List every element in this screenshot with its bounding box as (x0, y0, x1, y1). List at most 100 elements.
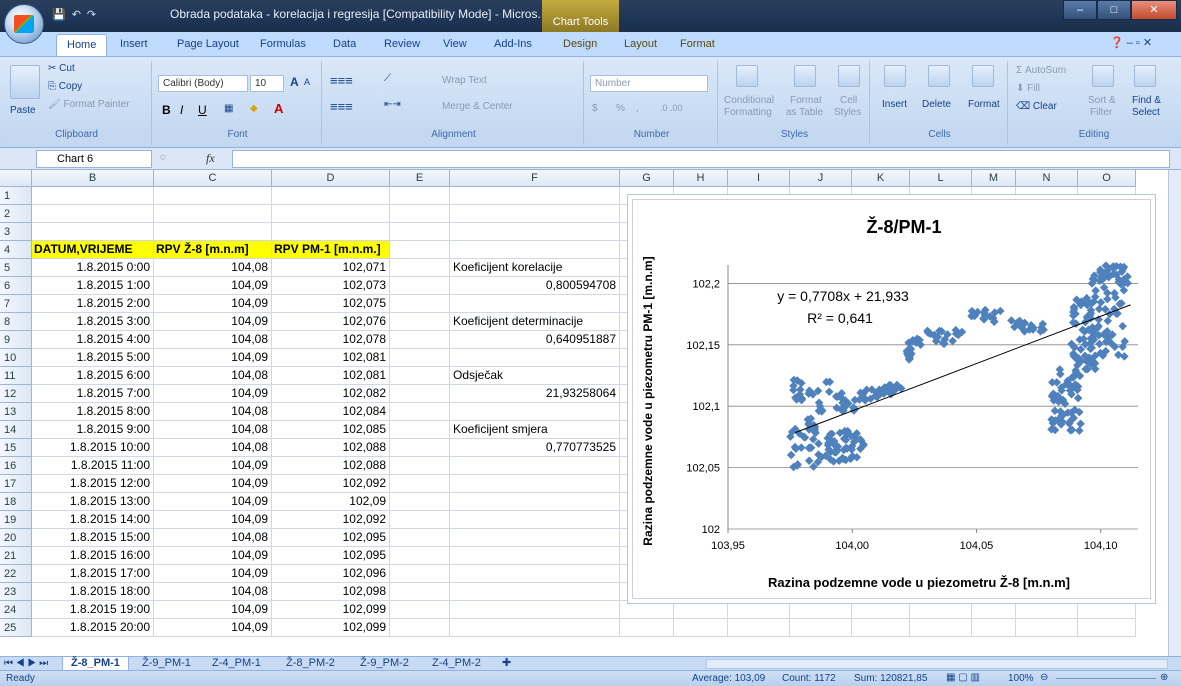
grid-cell[interactable] (390, 385, 450, 403)
name-box[interactable]: Chart 6 (36, 150, 152, 168)
grid-cell[interactable] (32, 187, 154, 205)
table-cell-datetime[interactable]: 1.8.2015 4:00 (32, 331, 154, 349)
table-cell-datetime[interactable]: 1.8.2015 12:00 (32, 475, 154, 493)
grid-cell[interactable] (390, 295, 450, 313)
grid-cell[interactable] (390, 205, 450, 223)
conditional-formatting-label[interactable]: Conditional (724, 95, 774, 106)
grid-cell[interactable] (450, 403, 620, 421)
table-cell-datetime[interactable]: 1.8.2015 1:00 (32, 277, 154, 295)
comma-button[interactable]: , (636, 103, 639, 114)
find-select-label[interactable]: Find & (1132, 95, 1161, 106)
tab-add-ins[interactable]: Add-Ins (494, 38, 532, 50)
table-cell-rpv-pm1[interactable]: 102,084 (272, 403, 390, 421)
table-cell-rpv-pm1[interactable]: 102,088 (272, 457, 390, 475)
row-header[interactable]: 14 (0, 421, 32, 439)
grid-cell[interactable] (154, 187, 272, 205)
grid-cell[interactable] (790, 619, 852, 637)
italic-button[interactable]: I (180, 103, 183, 117)
grid-cell[interactable] (390, 565, 450, 583)
row-header[interactable]: 22 (0, 565, 32, 583)
table-cell-rpv-z8[interactable]: 104,09 (154, 493, 272, 511)
column-header[interactable]: L (910, 170, 972, 187)
grid-cell[interactable] (390, 493, 450, 511)
grid-cell[interactable] (450, 223, 620, 241)
table-cell-rpv-z8[interactable]: 104,08 (154, 529, 272, 547)
tab-layout[interactable]: Layout (624, 38, 657, 50)
format-as-table-label-2[interactable]: as Table (786, 107, 823, 118)
table-cell-rpv-z8[interactable]: 104,08 (154, 367, 272, 385)
grid-cell[interactable] (390, 619, 450, 637)
font-size-select[interactable]: 10 (250, 75, 284, 92)
chart-object[interactable]: Ž-8/PM-1 102 102,05 102,1 102,15 102,2 103,95… (627, 194, 1156, 604)
row-header[interactable]: 20 (0, 529, 32, 547)
grid-cell[interactable] (390, 547, 450, 565)
table-cell-rpv-pm1[interactable]: 102,099 (272, 601, 390, 619)
column-header[interactable]: C (154, 170, 272, 187)
table-cell-rpv-pm1[interactable]: 102,082 (272, 385, 390, 403)
clear-button[interactable]: ⌫ Clear (1016, 101, 1057, 112)
row-header[interactable]: 12 (0, 385, 32, 403)
table-cell-rpv-pm1[interactable]: 102,078 (272, 331, 390, 349)
row-header[interactable]: 2 (0, 205, 32, 223)
sheet-tab-z4-pm2[interactable]: Z-4_PM-2 (432, 657, 481, 671)
tab-view[interactable]: View (443, 38, 467, 50)
align-top-icon[interactable]: ≡≡≡ (330, 73, 353, 88)
stat-label-determinacija[interactable]: Koeficijent determinacije (450, 313, 620, 331)
tab-review[interactable]: Review (384, 38, 420, 50)
font-name-select[interactable]: Calibri (Body) (158, 75, 248, 92)
tab-page-layout[interactable]: Page Layout (177, 38, 239, 50)
sort-filter-label-2[interactable]: Filter (1090, 107, 1112, 118)
bold-button[interactable]: B (162, 103, 171, 117)
grid-cell[interactable] (450, 619, 620, 637)
font-color-icon[interactable]: A (274, 101, 283, 116)
grid-cell[interactable] (154, 205, 272, 223)
grid-cell[interactable] (450, 457, 620, 475)
table-cell-rpv-pm1[interactable]: 102,099 (272, 619, 390, 637)
fill-button[interactable]: ⬇ Fill (1016, 83, 1040, 94)
table-cell-rpv-z8[interactable]: 104,09 (154, 277, 272, 295)
save-icon[interactable]: 💾 (52, 8, 66, 21)
format-as-table-label[interactable]: Format (790, 95, 822, 106)
grid-cell[interactable] (390, 583, 450, 601)
column-header[interactable]: B (32, 170, 154, 187)
table-cell-rpv-pm1[interactable]: 102,076 (272, 313, 390, 331)
grid-cell[interactable] (272, 205, 390, 223)
table-cell-datetime[interactable]: 1.8.2015 20:00 (32, 619, 154, 637)
table-cell-rpv-z8[interactable]: 104,08 (154, 331, 272, 349)
redo-icon[interactable]: ↷ (87, 8, 96, 21)
table-header-rpv-pm1[interactable]: RPV PM-1 [m.n.m.] (272, 241, 390, 259)
tab-home[interactable]: Home (56, 34, 108, 56)
column-header[interactable]: O (1078, 170, 1136, 187)
grid-cell[interactable] (450, 601, 620, 619)
copy-button[interactable]: ⎘ Copy (48, 81, 82, 92)
grid-cell[interactable] (390, 529, 450, 547)
sheet-tab-z8-pm2[interactable]: Ž-8_PM-2 (286, 657, 335, 671)
grid-cell[interactable] (450, 493, 620, 511)
table-cell-datetime[interactable]: 1.8.2015 6:00 (32, 367, 154, 385)
borders-icon[interactable]: ▦ (224, 103, 233, 114)
align-left-icon[interactable]: ≡≡≡ (330, 99, 353, 114)
grid-cell[interactable] (390, 367, 450, 385)
table-cell-datetime[interactable]: 1.8.2015 3:00 (32, 313, 154, 331)
percent-button[interactable]: % (616, 103, 625, 114)
grid-cell[interactable] (390, 331, 450, 349)
table-cell-datetime[interactable]: 1.8.2015 8:00 (32, 403, 154, 421)
grid-cell[interactable] (32, 223, 154, 241)
grid-cell[interactable] (390, 223, 450, 241)
grid-cell[interactable] (450, 475, 620, 493)
table-cell-rpv-pm1[interactable]: 102,073 (272, 277, 390, 295)
table-cell-rpv-z8[interactable]: 104,09 (154, 313, 272, 331)
cut-button[interactable]: ✂ Cut (48, 63, 75, 74)
grid-cell[interactable] (390, 511, 450, 529)
minimize-button[interactable]: – (1063, 0, 1097, 20)
table-cell-datetime[interactable]: 1.8.2015 7:00 (32, 385, 154, 403)
row-header[interactable]: 18 (0, 493, 32, 511)
format-cells-button[interactable]: Format (968, 99, 1000, 110)
paste-button[interactable]: Paste (10, 105, 36, 116)
grid-cell[interactable] (450, 295, 620, 313)
table-cell-rpv-pm1[interactable]: 102,081 (272, 349, 390, 367)
help-icon[interactable]: ❓ – ▫ ✕ (1110, 36, 1152, 49)
table-cell-rpv-z8[interactable]: 104,08 (154, 583, 272, 601)
select-all-corner[interactable] (0, 170, 32, 187)
grid-cell[interactable] (390, 349, 450, 367)
